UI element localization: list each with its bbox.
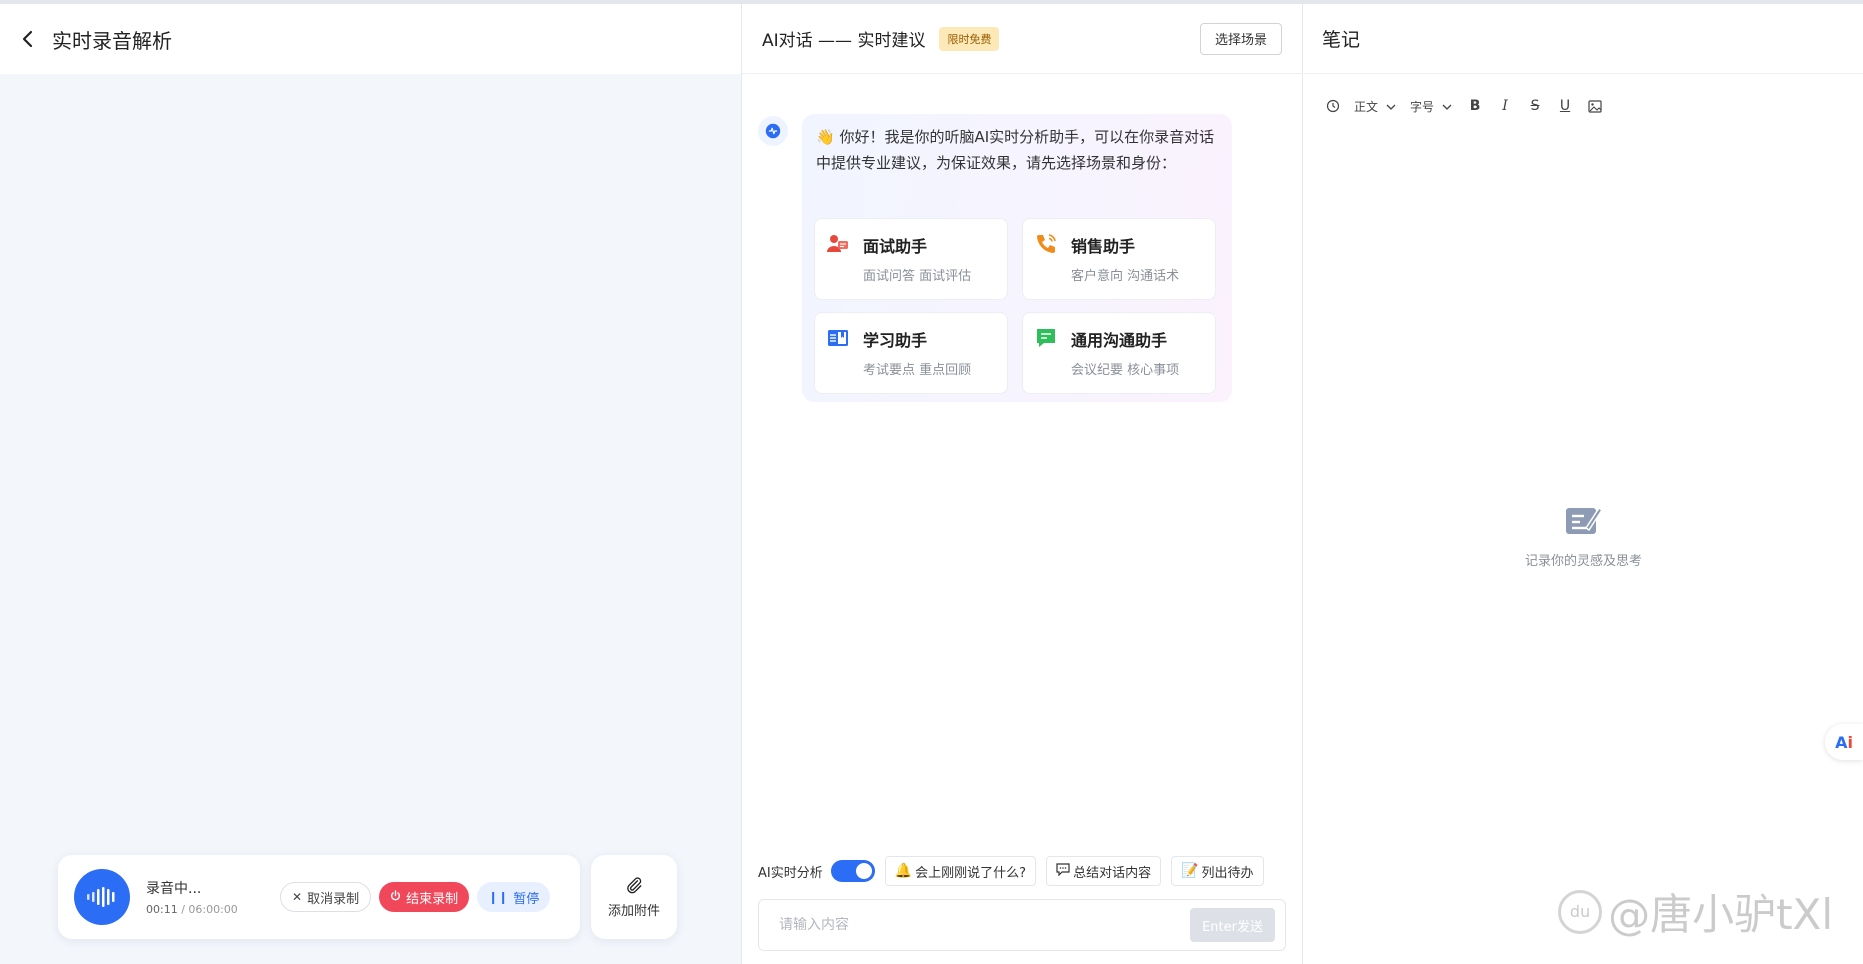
quick-prompt-summarize[interactable]: 总结对话内容 xyxy=(1046,856,1162,886)
recording-panel: 实时录音解析 录音中... 00:11 / 06:00:00 ✕ 取消录制 结束录… xyxy=(0,4,742,964)
ai-analysis-label: AI实时分析 xyxy=(758,865,823,881)
recorder-control-card: 录音中... 00:11 / 06:00:00 ✕ 取消录制 结束录制 ❙❙ 暂停 xyxy=(58,855,580,939)
sales-assistant-card[interactable]: 销售助手 客户意向 沟通话术 xyxy=(1022,218,1216,300)
paragraph-style-label: 正文 xyxy=(1354,99,1379,114)
message-icon xyxy=(1056,862,1070,880)
ai-chat-title: AI对话 —— 实时建议 xyxy=(762,31,926,51)
phone-icon xyxy=(1037,234,1056,253)
image-icon[interactable] xyxy=(1586,97,1604,115)
close-icon: ✕ xyxy=(292,890,303,904)
elapsed-time: 00:11 xyxy=(146,903,178,916)
notes-title: 笔记 xyxy=(1322,29,1361,51)
ai-floating-button[interactable]: Ai xyxy=(1825,724,1863,760)
chat-icon xyxy=(1037,329,1055,347)
notes-toolbar: 正文 字号 B I S U xyxy=(1324,94,1616,118)
recording-info: 录音中... 00:11 / 06:00:00 xyxy=(146,878,280,916)
interview-assistant-card[interactable]: 面试助手 面试问答 面试评估 xyxy=(814,218,1008,300)
quick-prompt-label: 列出待办 xyxy=(1201,865,1254,881)
ai-chat-header: AI对话 —— 实时建议 限时免费 选择场景 xyxy=(742,4,1302,74)
italic-button[interactable]: I xyxy=(1496,97,1514,115)
assistant-title: 面试助手 xyxy=(863,237,928,256)
total-time: 06:00:00 xyxy=(188,903,238,916)
chat-input[interactable] xyxy=(779,917,1191,933)
assistant-subtitle: 考试要点 重点回顾 xyxy=(863,363,972,378)
free-badge: 限时免费 xyxy=(939,26,1000,51)
cancel-recording-button[interactable]: ✕ 取消录制 xyxy=(280,882,372,912)
bold-button[interactable]: B xyxy=(1466,97,1484,115)
cancel-recording-label: 取消录制 xyxy=(307,891,360,907)
watermark: du @唐小驴tXl xyxy=(1558,881,1833,942)
font-size-dropdown[interactable]: 字号 xyxy=(1410,98,1452,115)
ai-chat-panel: AI对话 —— 实时建议 限时免费 选择场景 👋 你好！我是你的听脑AI实时分析… xyxy=(742,4,1303,964)
assistant-options: 面试助手 面试问答 面试评估 销售助手 客户意向 沟通话术 学习助手 考试要点 … xyxy=(814,218,1218,394)
greeting-text: 👋 你好！我是你的听脑AI实时分析助手，可以在你录音对话中提供专业建议，为保证效… xyxy=(816,124,1218,176)
chat-input-box: Enter发送 xyxy=(758,899,1286,951)
paperclip-icon xyxy=(627,876,642,893)
chevron-down-icon xyxy=(1386,99,1396,113)
list-icon: 📝 xyxy=(1181,863,1199,879)
strikethrough-button[interactable]: S xyxy=(1526,97,1544,115)
quick-prompt-bar: AI实时分析 🔔 会上刚刚说了什么? 总结对话内容 📝 列出待办 xyxy=(758,856,1288,886)
quick-prompt-recap[interactable]: 🔔 会上刚刚说了什么? xyxy=(884,856,1037,886)
recording-waveform-button[interactable] xyxy=(74,869,130,925)
baidu-paw-icon: du xyxy=(1558,889,1603,934)
ai-bot-avatar xyxy=(758,116,788,146)
end-recording-button[interactable]: 结束录制 xyxy=(379,882,470,912)
underline-button[interactable]: U xyxy=(1556,97,1574,115)
watermark-text: @唐小驴tXl xyxy=(1608,890,1833,939)
history-icon[interactable] xyxy=(1324,97,1342,115)
quick-prompt-label: 总结对话内容 xyxy=(1073,865,1152,881)
select-scene-button[interactable]: 选择场景 xyxy=(1199,22,1282,55)
assistant-title: 通用沟通助手 xyxy=(1071,331,1168,350)
book-icon xyxy=(828,330,848,346)
font-size-label: 字号 xyxy=(1410,99,1435,114)
recording-status: 录音中... xyxy=(146,881,202,897)
waveform-icon xyxy=(87,887,115,907)
add-attachment-label: 添加附件 xyxy=(607,903,660,919)
ai-analysis-toggle[interactable] xyxy=(830,860,875,882)
pause-icon: ❙❙ xyxy=(488,890,509,904)
paragraph-style-dropdown[interactable]: 正文 xyxy=(1354,98,1396,115)
send-button[interactable]: Enter发送 xyxy=(1190,908,1275,942)
assistant-title: 销售助手 xyxy=(1071,237,1136,256)
quick-prompt-todos[interactable]: 📝 列出待办 xyxy=(1171,856,1264,886)
general-communication-assistant-card[interactable]: 通用沟通助手 会议纪要 核心事项 xyxy=(1022,312,1216,394)
page-title: 实时录音解析 xyxy=(52,28,172,53)
notes-empty-text: 记录你的灵感及思考 xyxy=(1524,554,1642,569)
bell-icon: 🔔 xyxy=(894,863,913,879)
assistant-title: 学习助手 xyxy=(863,331,928,350)
quick-prompt-label: 会上刚刚说了什么? xyxy=(915,865,1027,881)
ai-greeting-bubble: 👋 你好！我是你的听脑AI实时分析助手，可以在你录音对话中提供专业建议，为保证效… xyxy=(802,114,1232,402)
assistant-subtitle: 会议纪要 核心事项 xyxy=(1071,363,1180,378)
assistant-subtitle: 面试问答 面试评估 xyxy=(863,269,972,284)
chevron-down-icon xyxy=(1442,99,1452,113)
note-edit-icon xyxy=(1565,506,1603,534)
interview-icon xyxy=(827,235,848,252)
pause-button[interactable]: ❙❙ 暂停 xyxy=(477,882,551,912)
study-assistant-card[interactable]: 学习助手 考试要点 重点回顾 xyxy=(814,312,1008,394)
greeting-message: 你好！我是你的听脑AI实时分析助手，可以在你录音对话中提供专业建议，为保证效果，… xyxy=(816,128,1215,172)
back-arrow-icon[interactable] xyxy=(16,28,38,50)
brain-icon xyxy=(765,123,781,139)
power-icon xyxy=(390,890,401,904)
notes-header: 笔记 xyxy=(1304,4,1863,74)
recording-header: 实时录音解析 xyxy=(0,4,741,74)
pause-label: 暂停 xyxy=(513,891,540,907)
wave-hand-icon: 👋 xyxy=(816,128,835,146)
add-attachment-button[interactable]: 添加附件 xyxy=(591,855,677,939)
end-recording-label: 结束录制 xyxy=(406,891,459,907)
recording-timer: 00:11 / 06:00:00 xyxy=(146,903,238,916)
notes-empty-state: 记录你的灵感及思考 xyxy=(1304,504,1863,569)
assistant-subtitle: 客户意向 沟通话术 xyxy=(1071,269,1180,284)
notes-panel: 笔记 正文 字号 B I S U 记录你的灵感及思考 Ai du @唐小驴tXl xyxy=(1304,4,1863,964)
